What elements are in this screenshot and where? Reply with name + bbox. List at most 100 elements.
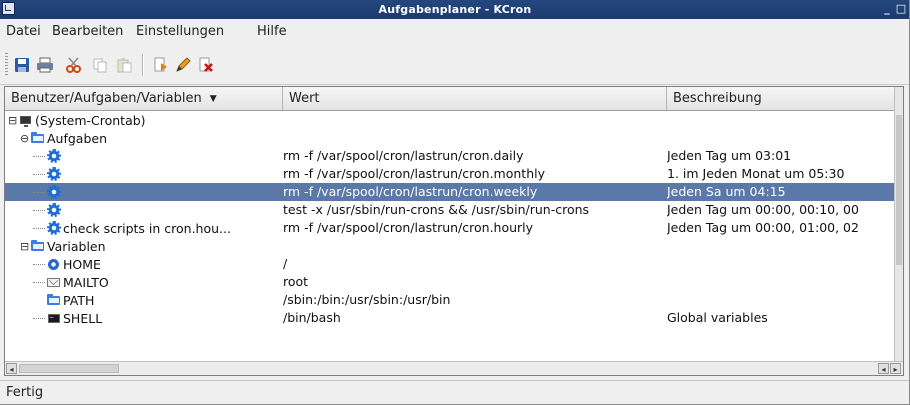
task-description: Jeden Tag um 03:01 <box>667 148 792 163</box>
variable-row[interactable]: SHELL /bin/bash Global variables <box>5 309 895 327</box>
task-description: Jeden Tag um 00:00, 01:00, 02 <box>667 220 859 235</box>
status-text: Fertig <box>6 385 44 400</box>
gear-icon <box>47 221 61 235</box>
task-row[interactable]: rm -f /var/spool/cron/lastrun/cron.month… <box>5 165 895 183</box>
edit-icon[interactable] <box>173 55 193 75</box>
task-command: rm -f /var/spool/cron/lastrun/cron.weekl… <box>283 184 538 199</box>
tree-connector <box>33 300 45 301</box>
variable-row[interactable]: HOME / <box>5 255 895 273</box>
gear-icon <box>47 185 61 199</box>
tree-connector <box>33 173 45 175</box>
scroll-left-button[interactable]: ◂ <box>6 363 17 374</box>
horizontal-scrollbar[interactable]: ◂ ◂ ▸ <box>5 361 903 375</box>
folder-open-icon <box>31 239 45 253</box>
title-bar[interactable]: Aufgabenplaner - KCron _ □ <box>0 0 909 19</box>
new-icon[interactable] <box>150 55 170 75</box>
task-name-cell <box>33 184 281 200</box>
computer-icon <box>19 113 33 127</box>
scroll-right-button[interactable]: ▸ <box>890 363 901 374</box>
task-row-selected[interactable]: rm -f /var/spool/cron/lastrun/cron.weekl… <box>5 183 895 201</box>
maximize-button[interactable]: □ <box>894 2 908 16</box>
variable-name-cell: PATH <box>33 292 281 308</box>
copy-icon[interactable] <box>90 55 110 75</box>
variable-value: /sbin:/bin:/usr/sbin:/usr/bin <box>283 292 451 307</box>
variable-value: /bin/bash <box>283 310 341 325</box>
variable-value: root <box>283 274 309 289</box>
sort-indicator-icon: ▼ <box>209 94 217 104</box>
menu-bearbeiten[interactable]: Bearbeiten <box>52 24 123 39</box>
status-bar: Fertig <box>0 380 909 404</box>
minimize-button[interactable]: _ <box>880 2 894 16</box>
column-header-description[interactable]: Beschreibung <box>667 87 903 110</box>
print-icon[interactable] <box>35 55 55 75</box>
vertical-scroll-thumb[interactable] <box>896 115 902 265</box>
task-description: Jeden Sa um 04:15 <box>667 184 786 199</box>
task-description: 1. im Jeden Monat um 05:30 <box>667 166 845 181</box>
column-header-value[interactable]: Wert <box>283 87 667 110</box>
task-tree-list[interactable]: Benutzer/Aufgaben/Variablen ▼ Wert Beschr… <box>4 86 904 376</box>
tree-item-system-crontab[interactable]: ⊟ (System-Crontab) <box>5 111 895 129</box>
task-command: test -x /usr/sbin/run-crons && /usr/sbin… <box>283 202 590 217</box>
variable-name: HOME <box>63 256 101 272</box>
collapse-icon[interactable]: ⊟ <box>8 114 17 127</box>
variable-description <box>667 292 899 308</box>
tree-connector <box>33 155 45 157</box>
horizontal-scroll-thumb[interactable] <box>19 364 119 373</box>
task-name: check scripts in cron.hou... <box>63 220 231 236</box>
collapse-icon[interactable]: ⊖ <box>20 132 29 145</box>
toolbar <box>0 45 909 85</box>
vertical-scrollbar[interactable] <box>894 87 903 361</box>
tree-connector <box>33 263 45 265</box>
task-name-cell <box>33 148 281 164</box>
tree-item-label: (System-Crontab) <box>35 112 146 128</box>
folder-icon <box>47 293 61 307</box>
terminal-icon <box>47 311 61 325</box>
task-command: rm -f /var/spool/cron/lastrun/cron.month… <box>283 166 545 181</box>
variable-description <box>667 274 899 290</box>
task-row[interactable]: rm -f /var/spool/cron/lastrun/cron.daily… <box>5 147 895 165</box>
task-command: rm -f /var/spool/cron/lastrun/cron.daily <box>283 148 524 163</box>
menu-bar: Datei Bearbeiten Einstellungen Hilfe <box>0 19 909 44</box>
task-command: rm -f /var/spool/cron/lastrun/cron.hourl… <box>283 220 534 235</box>
mail-icon <box>47 275 61 289</box>
cut-icon[interactable] <box>64 55 84 75</box>
paste-icon[interactable] <box>114 55 134 75</box>
task-name-cell <box>33 202 281 218</box>
tree-connector <box>33 281 45 283</box>
tree-item-label: Variablen <box>47 238 106 254</box>
toolbar-separator <box>142 54 144 76</box>
column-header-name-label: Benutzer/Aufgaben/Variablen <box>11 91 202 106</box>
gear-icon <box>47 203 61 217</box>
scroll-left-button-2[interactable]: ◂ <box>878 363 889 374</box>
tree-node-root: ⊟ (System-Crontab) <box>8 112 146 128</box>
save-icon[interactable] <box>12 55 32 75</box>
menu-datei[interactable]: Datei <box>6 24 41 39</box>
menu-hilfe[interactable]: Hilfe <box>257 24 287 39</box>
variable-row[interactable]: MAILTO root <box>5 273 895 291</box>
variable-name-cell: SHELL <box>33 310 281 326</box>
tree-item-aufgaben[interactable]: ⊖ Aufgaben <box>5 129 895 147</box>
task-name-cell: check scripts in cron.hou... <box>33 220 281 236</box>
collapse-icon[interactable]: ⊟ <box>20 240 29 253</box>
tree-item-label: Aufgaben <box>47 130 108 146</box>
task-row[interactable]: check scripts in cron.hou... rm -f /var/… <box>5 219 895 237</box>
task-row[interactable]: test -x /usr/sbin/run-crons && /usr/sbin… <box>5 201 895 219</box>
tree-connector <box>33 227 45 229</box>
folder-open-icon <box>31 131 45 145</box>
menu-einstellungen[interactable]: Einstellungen <box>136 24 224 39</box>
kcron-window: Aufgabenplaner - KCron _ □ Datei Bearbei… <box>0 0 910 405</box>
variable-row[interactable]: PATH /sbin:/bin:/usr/sbin:/usr/bin <box>5 291 895 309</box>
column-header-value-label: Wert <box>289 91 320 106</box>
window-title: Aufgabenplaner - KCron <box>378 3 532 16</box>
column-header-name[interactable]: Benutzer/Aufgaben/Variablen ▼ <box>5 87 283 110</box>
tree-connector <box>33 191 45 193</box>
tree-node-aufgaben: ⊖ Aufgaben <box>20 130 107 146</box>
delete-icon[interactable] <box>196 55 216 75</box>
gear-icon <box>47 167 61 181</box>
task-description: Jeden Tag um 00:00, 00:10, 00 <box>667 202 859 217</box>
toolbar-grip[interactable] <box>5 53 8 75</box>
home-icon <box>47 257 61 271</box>
tree-item-variablen[interactable]: ⊟ Variablen <box>5 237 895 255</box>
variable-name: SHELL <box>63 310 103 326</box>
variable-name: MAILTO <box>63 274 109 290</box>
